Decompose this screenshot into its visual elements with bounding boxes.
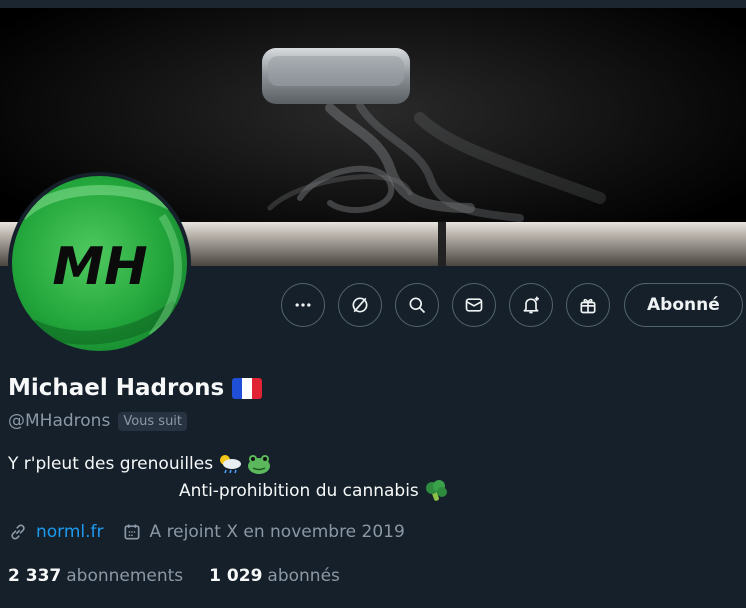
top-bar [0,0,746,8]
avatar-image: MH [12,176,187,351]
followers-label: abonnés [267,566,340,586]
calendar-icon [124,524,140,540]
avatar-initials: MH [52,237,147,297]
grok-button[interactable] [338,283,382,327]
website-link[interactable]: norml.fr [36,522,104,542]
joined-date: A rejoint X en novembre 2019 [149,522,405,542]
search-icon [409,297,426,314]
profile-handle-row: @MHadrons Vous suit [8,411,188,431]
grok-icon [352,297,368,313]
profile-actions: Abonné [281,283,743,327]
profile-handle: @MHadrons [8,411,111,431]
bio-line-2: Anti-prohibition du cannabis [179,479,449,503]
french-flag-icon [232,377,263,399]
following-stat[interactable]: 2 337 abonnements [8,566,183,586]
following-button[interactable]: Abonné [624,283,743,327]
following-count: 2 337 [8,566,62,586]
followers-stat[interactable]: 1 029 abonnés [209,566,340,586]
avatar[interactable]: MH [12,176,187,351]
notification-bell-icon [523,296,539,314]
bio-text-1: Y r'pleut des grenouilles [8,454,214,474]
frog-icon [248,455,271,474]
gift-button[interactable] [566,283,610,327]
profile-name-row: Michael Hadrons [8,375,263,401]
avatar-frame[interactable]: MH [8,172,191,355]
broccoli-icon [425,480,447,501]
search-button[interactable] [395,283,439,327]
notifications-button[interactable] [509,283,553,327]
bio-line-1: Y r'pleut des grenouilles [8,453,271,475]
profile-meta-row: norml.fr A rejoint X en novembre 2019 [8,522,405,542]
gift-icon [580,298,596,314]
profile-stats-row: 2 337 abonnements 1 029 abonnés [8,566,366,586]
bio-text-2: Anti-prohibition du cannabis [179,481,419,501]
more-button[interactable] [281,283,325,327]
cloud-rain-sun-icon [220,455,242,474]
message-icon [465,298,483,312]
follows-you-badge: Vous suit [118,411,188,431]
profile-name: Michael Hadrons [8,375,225,401]
more-icon [295,303,311,307]
followers-count: 1 029 [209,566,263,586]
following-label: abonnements [66,566,184,586]
link-icon [11,524,25,540]
message-button[interactable] [452,283,496,327]
